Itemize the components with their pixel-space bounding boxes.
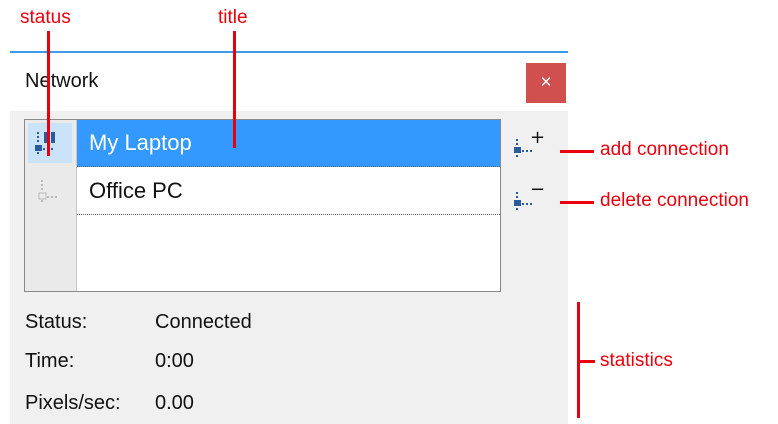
add-connection-button[interactable]: + [514, 127, 545, 160]
connection-list: My Laptop Office PC [24, 119, 501, 292]
connection-title[interactable]: My Laptop [77, 120, 500, 167]
title-bar[interactable]: Network × [10, 53, 568, 111]
window-title: Network [25, 70, 99, 92]
statistics-annotation: statistics [600, 350, 673, 371]
close-button[interactable]: × [526, 63, 566, 103]
title-annotation: title [218, 7, 248, 28]
add-connection-annotation: add connection [600, 139, 729, 160]
title-pointer-line [233, 31, 236, 148]
stat-label: Time: [25, 350, 75, 372]
stat-label: Pixels/sec: [25, 392, 121, 414]
stat-value-pixels-per-sec: 0.00 [155, 392, 194, 414]
disconnected-status-icon [38, 180, 57, 202]
stat-value-status: Connected [155, 311, 252, 333]
stat-value-time: 0:00 [155, 350, 194, 372]
status-cell[interactable] [28, 171, 72, 211]
connection-title[interactable]: Office PC [77, 168, 500, 215]
stat-label: Status: [25, 311, 88, 333]
delete-connection-button[interactable]: − [514, 179, 545, 213]
minus-glyph: − [530, 183, 544, 200]
delete-pointer-line [560, 201, 594, 204]
statistics-pointer-line [577, 360, 595, 363]
status-cell[interactable] [28, 123, 72, 163]
add-pointer-line [560, 150, 594, 153]
connection-row[interactable]: My Laptop [25, 120, 500, 168]
delete-connection-icon: − [514, 179, 545, 210]
connected-status-icon [35, 132, 55, 154]
connection-row[interactable]: Office PC [25, 168, 500, 216]
status-pointer-line [47, 31, 50, 156]
plus-glyph: + [530, 130, 544, 148]
add-connection-icon: + [514, 127, 545, 157]
network-window: Network × My Laptop Office PC + − Status… [10, 51, 568, 424]
status-annotation: status [20, 7, 71, 28]
delete-connection-annotation: delete connection [600, 190, 749, 211]
